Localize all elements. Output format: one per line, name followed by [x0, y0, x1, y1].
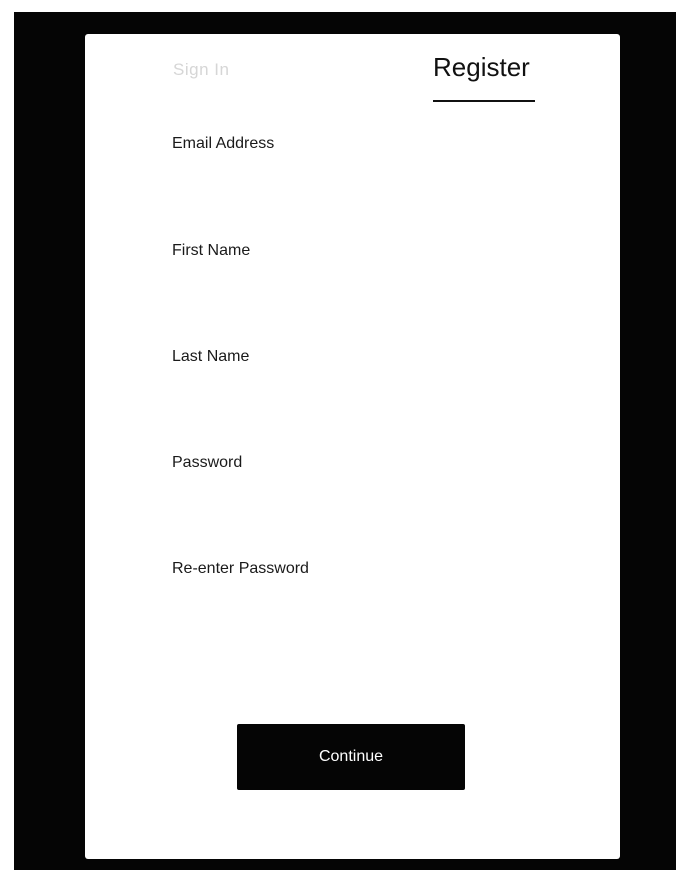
- continue-button[interactable]: Continue: [237, 724, 465, 790]
- last-name-field[interactable]: Last Name: [172, 348, 532, 382]
- password-input[interactable]: [172, 454, 532, 488]
- email-input[interactable]: [172, 135, 532, 169]
- password-field[interactable]: Password: [172, 454, 532, 488]
- screen: Sign In Register Email Address First Nam…: [0, 0, 676, 870]
- first-name-input[interactable]: [172, 242, 532, 276]
- reenter-password-input[interactable]: [172, 560, 532, 594]
- reenter-password-field[interactable]: Re-enter Password: [172, 560, 532, 594]
- last-name-input[interactable]: [172, 348, 532, 382]
- register-card: Sign In Register Email Address First Nam…: [85, 34, 620, 859]
- tab-sign-in[interactable]: Sign In: [173, 60, 229, 80]
- active-tab-underline: [433, 100, 535, 102]
- first-name-field[interactable]: First Name: [172, 242, 532, 276]
- email-field[interactable]: Email Address: [172, 135, 532, 169]
- tab-register[interactable]: Register: [433, 52, 530, 83]
